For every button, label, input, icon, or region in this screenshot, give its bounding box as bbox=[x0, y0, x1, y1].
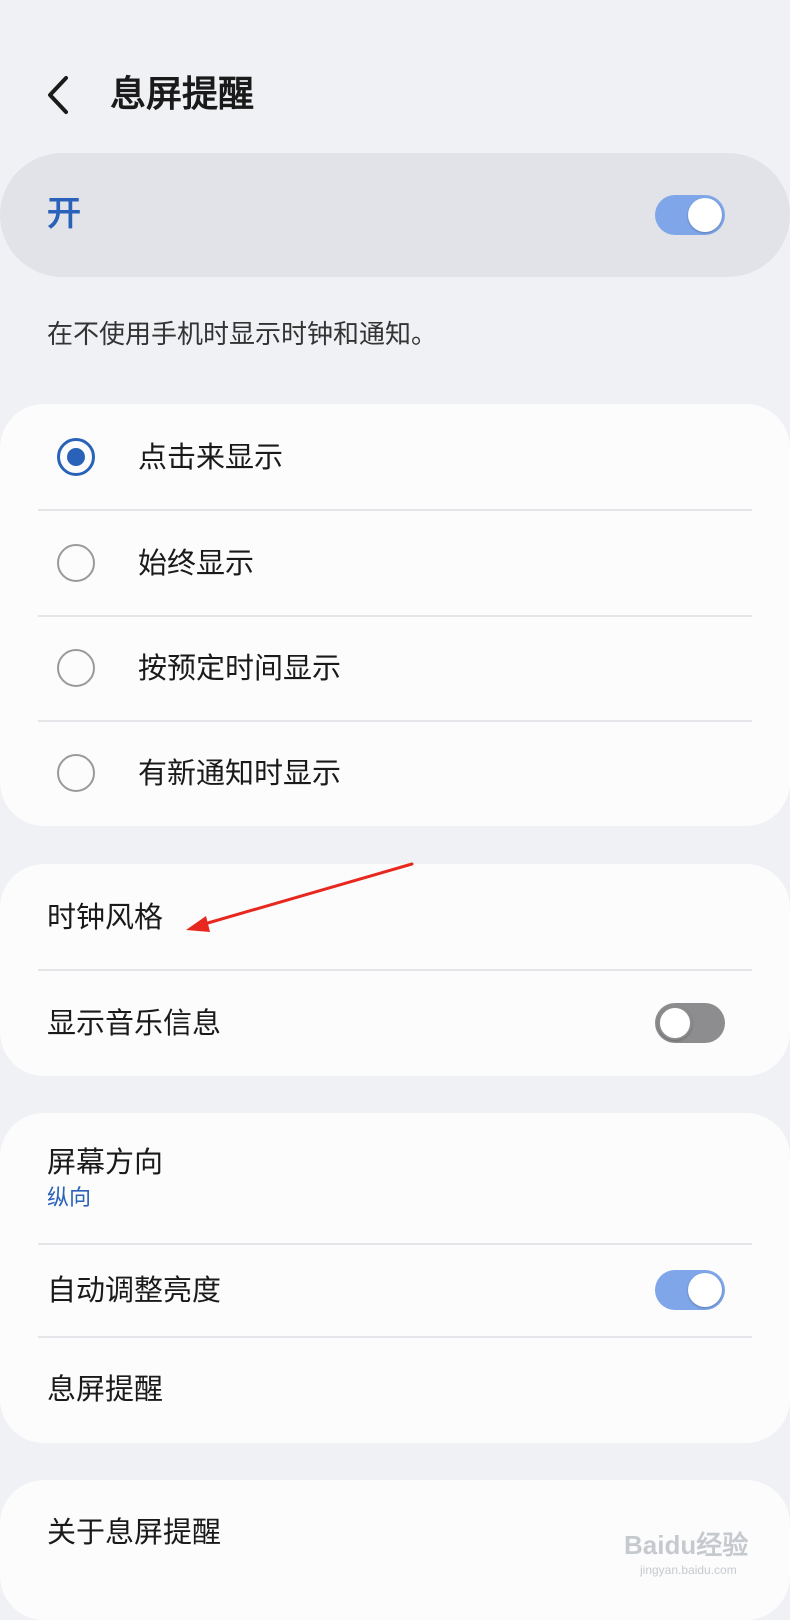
orientation-value: 纵向 bbox=[47, 1186, 92, 1211]
clock-style-label: 时钟风格 bbox=[47, 900, 164, 934]
option-label: 点击来显示 bbox=[138, 440, 284, 474]
option-label: 按预定时间显示 bbox=[138, 651, 342, 685]
option-scheduled[interactable]: 按预定时间显示 bbox=[0, 615, 790, 720]
chevron-left-icon[interactable] bbox=[40, 72, 80, 118]
option-new-notification[interactable]: 有新通知时显示 bbox=[0, 720, 790, 826]
option-label: 有新通知时显示 bbox=[138, 756, 342, 790]
svg-text:jingyan.baidu.com: jingyan.baidu.com bbox=[639, 1563, 737, 1577]
music-info-item[interactable]: 显示音乐信息 bbox=[0, 970, 790, 1076]
clock-style-item[interactable]: 时钟风格 bbox=[0, 864, 790, 969]
header: 息屏提醒 bbox=[0, 50, 790, 140]
auto-brightness-label: 自动调整亮度 bbox=[47, 1273, 222, 1307]
display-card: 屏幕方向 纵向 自动调整亮度 息屏提醒 bbox=[0, 1113, 790, 1443]
music-info-toggle[interactable] bbox=[655, 1003, 725, 1043]
toggle-knob bbox=[688, 198, 722, 232]
baidu-watermark-logo: Baidu经验 jingyan.baidu.com bbox=[624, 1530, 748, 1577]
music-info-label: 显示音乐信息 bbox=[47, 1006, 222, 1040]
page-title: 息屏提醒 bbox=[110, 74, 255, 115]
aod-item[interactable]: 息屏提醒 bbox=[0, 1337, 790, 1443]
orientation-label: 屏幕方向 bbox=[47, 1145, 164, 1179]
radio-button[interactable] bbox=[57, 544, 95, 582]
about-label: 关于息屏提醒 bbox=[47, 1515, 222, 1549]
option-tap-to-show[interactable]: 点击来显示 bbox=[0, 404, 790, 510]
option-label: 始终显示 bbox=[138, 546, 255, 580]
toggle-knob bbox=[658, 1006, 692, 1040]
style-card: 时钟风格 显示音乐信息 bbox=[0, 864, 790, 1076]
aod-item-label: 息屏提醒 bbox=[47, 1372, 164, 1406]
toggle-knob bbox=[688, 1273, 722, 1307]
option-always-show[interactable]: 始终显示 bbox=[0, 510, 790, 615]
orientation-item[interactable]: 屏幕方向 纵向 bbox=[0, 1113, 790, 1243]
radio-button[interactable] bbox=[57, 649, 95, 687]
display-mode-card: 点击来显示 始终显示 按预定时间显示 有新通知时显示 bbox=[0, 404, 790, 826]
master-toggle[interactable] bbox=[655, 195, 725, 235]
auto-brightness-toggle[interactable] bbox=[655, 1270, 725, 1310]
radio-button-selected[interactable] bbox=[57, 438, 95, 476]
auto-brightness-item[interactable]: 自动调整亮度 bbox=[0, 1244, 790, 1336]
description-text: 在不使用手机时显示时钟和通知。 bbox=[47, 320, 438, 350]
radio-button[interactable] bbox=[57, 754, 95, 792]
svg-text:Baidu经验: Baidu经验 bbox=[624, 1530, 748, 1560]
master-switch-row[interactable]: 开 bbox=[0, 153, 790, 277]
master-switch-label: 开 bbox=[47, 194, 81, 234]
